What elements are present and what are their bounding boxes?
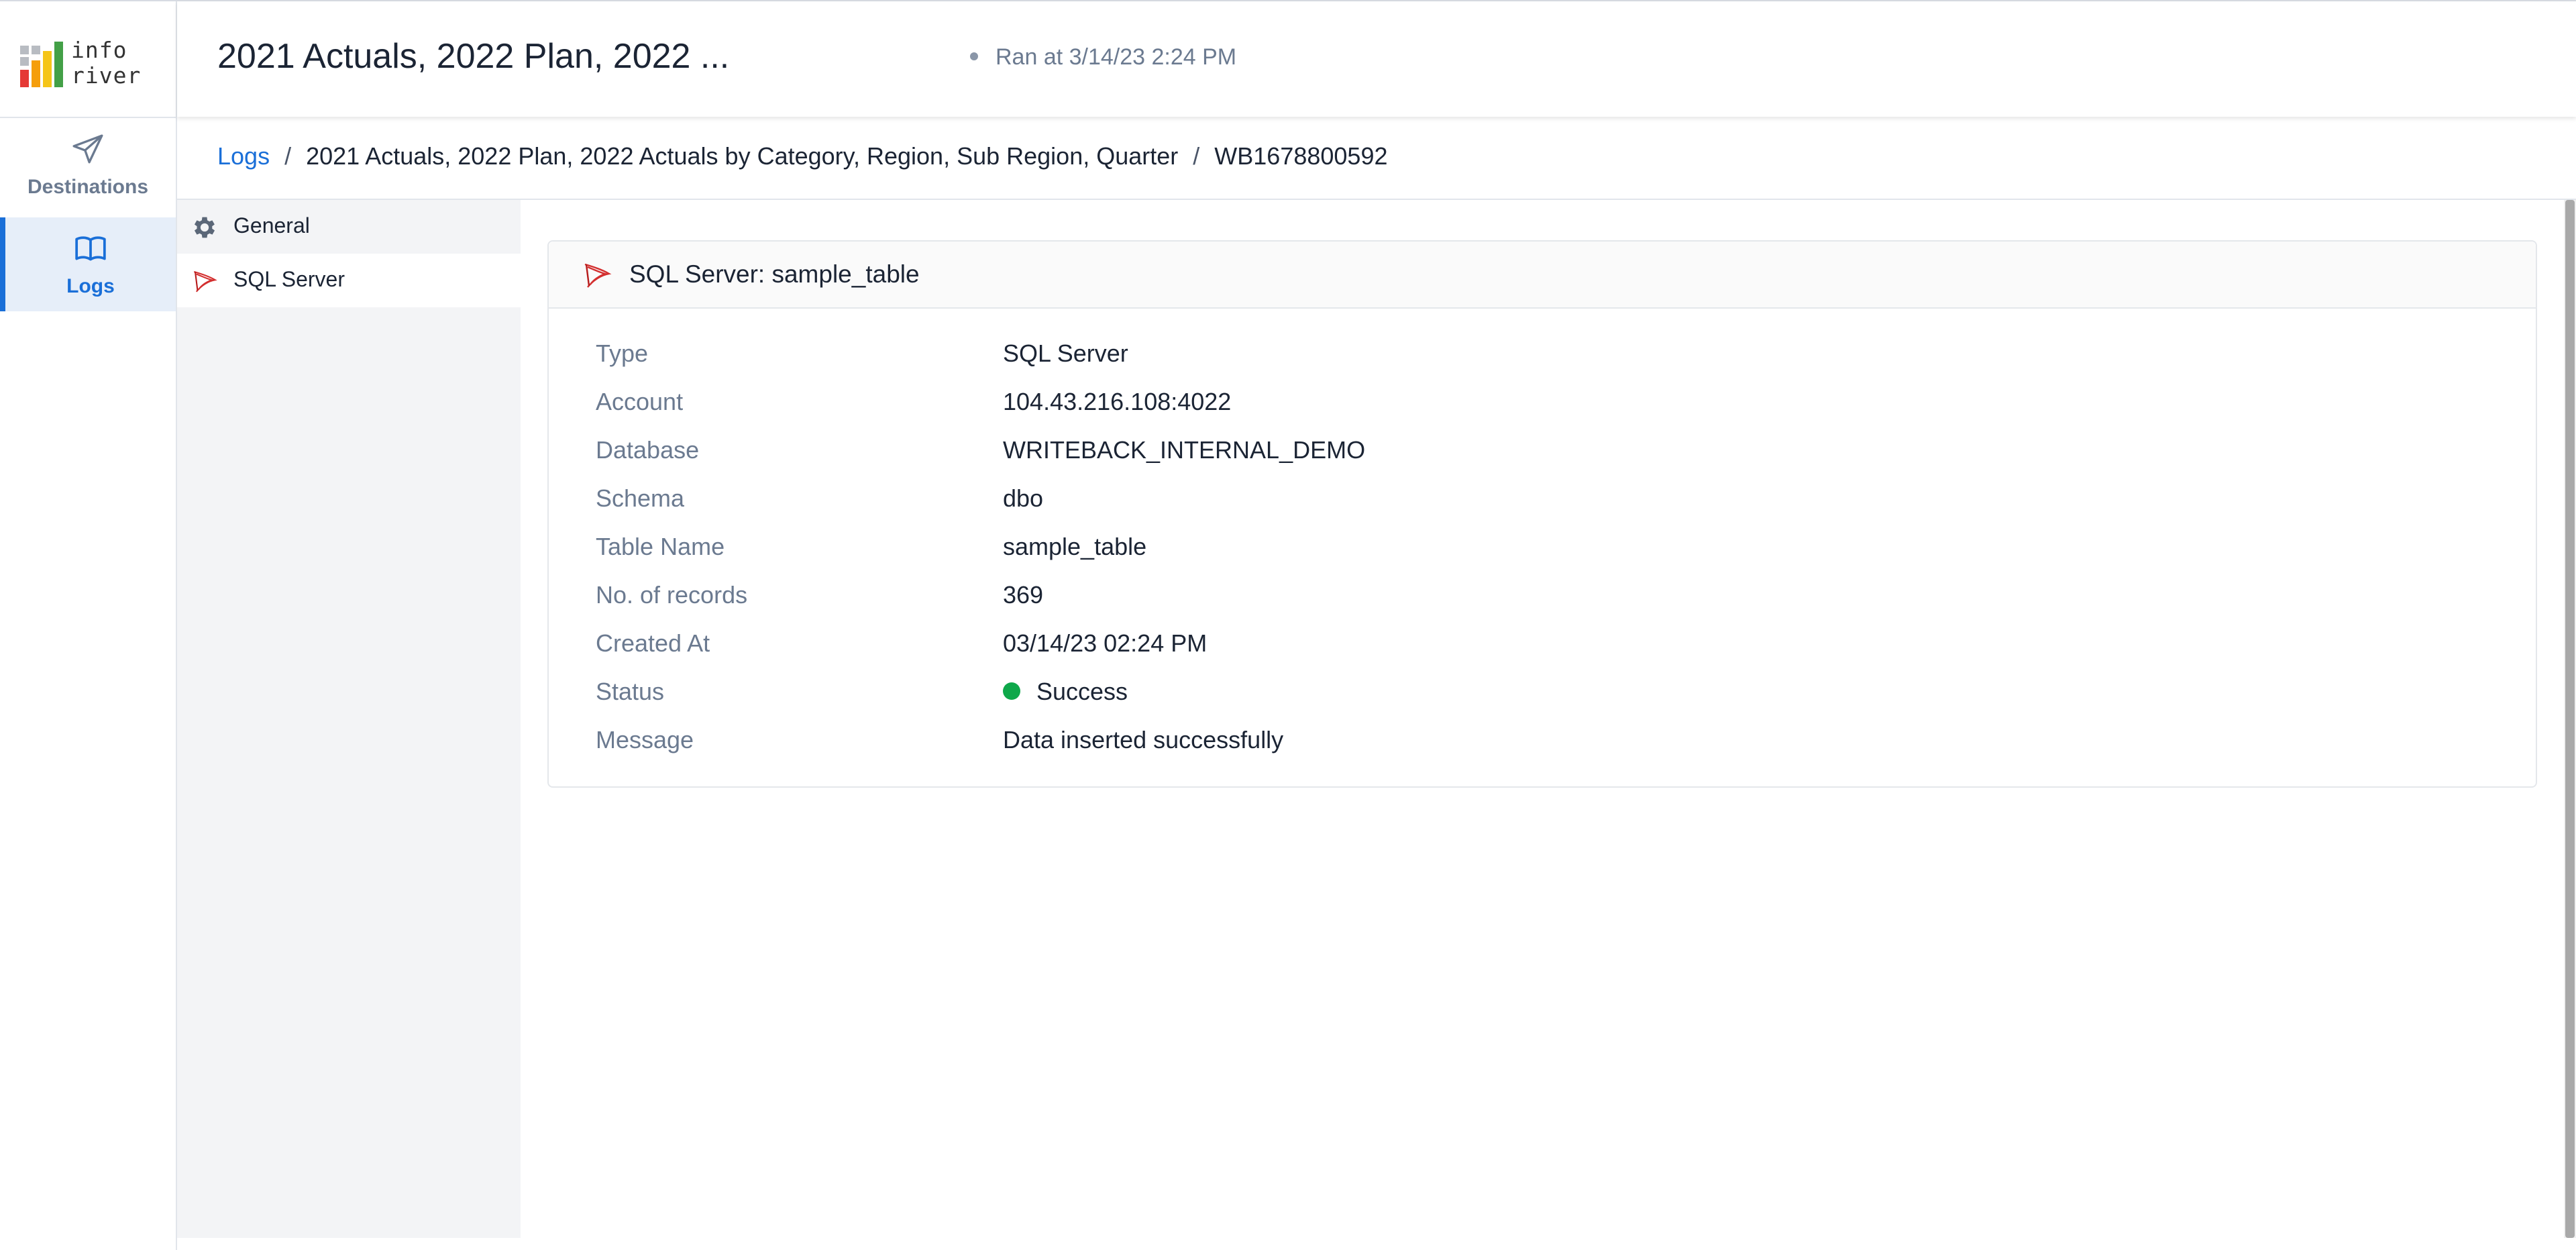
field-label: Database [596, 436, 700, 464]
field-value: WRITEBACK_INTERNAL_DEMO [1003, 436, 1366, 464]
breadcrumb-report: 2021 Actuals, 2022 Plan, 2022 Actuals by… [306, 142, 1179, 170]
rail-item-label: Destinations [27, 176, 149, 198]
status-badge: Success [1003, 678, 1128, 706]
subnav-item-general[interactable]: General [177, 200, 521, 254]
separator-dot [970, 52, 978, 61]
app-logo[interactable]: info river [0, 1, 176, 118]
field-value: SQL Server [1003, 340, 1128, 367]
sql-server-icon [584, 263, 612, 288]
breadcrumb-separator: / [284, 142, 292, 170]
field-label: Status [596, 678, 665, 705]
left-rail: info river Destinations Logs [0, 1, 177, 1250]
subnav-item-sql-server[interactable]: SQL Server [177, 254, 521, 307]
field-value: 104.43.216.108:4022 [1003, 388, 1232, 415]
breadcrumb: Logs / 2021 Actuals, 2022 Plan, 2022 Actua… [217, 142, 1388, 170]
logo-bars-icon [20, 42, 67, 87]
card-title: SQL Server: sample_table [629, 260, 920, 288]
page-header: 2021 Actuals, 2022 Plan, 2022 ... Ran at… [177, 1, 2576, 117]
log-sections-nav: General SQL Server [177, 200, 521, 1238]
field-label: Created At [596, 629, 710, 657]
field-value: sample_table [1003, 533, 1147, 560]
run-timestamp: Ran at 3/14/23 2:24 PM [970, 44, 1236, 70]
subnav-item-label: General [233, 213, 310, 238]
scrollbar-thumb[interactable] [2565, 200, 2575, 1238]
field-label: Table Name [596, 533, 725, 560]
rail-item-destinations[interactable]: Destinations [0, 118, 176, 212]
field-label: No. of records [596, 581, 748, 609]
success-dot-icon [1003, 682, 1020, 700]
field-label: Account [596, 388, 684, 415]
breadcrumb-separator: / [1193, 142, 1200, 170]
bottom-edge [177, 1238, 2576, 1250]
field-value: 369 [1003, 581, 1044, 609]
send-icon [72, 134, 103, 164]
sql-server-icon [193, 270, 217, 293]
breadcrumb-run-id: WB1678800592 [1214, 142, 1388, 170]
destination-detail-card: SQL Server: sample_table Type SQL Server… [547, 240, 2537, 788]
gear-icon [194, 217, 215, 238]
book-icon [75, 236, 106, 261]
field-label: Type [596, 340, 649, 367]
breadcrumb-logs-link[interactable]: Logs [217, 142, 270, 170]
rail-item-label: Logs [66, 275, 115, 297]
divider [177, 199, 2576, 200]
logo-wordmark: info river [71, 37, 142, 89]
field-value: dbo [1003, 484, 1044, 512]
field-value: 03/14/23 02:24 PM [1003, 629, 1208, 657]
field-label: Schema [596, 484, 685, 512]
field-label: Message [596, 726, 694, 753]
page-title: 2021 Actuals, 2022 Plan, 2022 ... [217, 37, 730, 76]
subnav-item-label: SQL Server [233, 267, 345, 291]
card-header: SQL Server: sample_table [549, 242, 2536, 309]
field-value: Data inserted successfully [1003, 726, 1284, 753]
rail-item-logs[interactable]: Logs [0, 217, 176, 311]
